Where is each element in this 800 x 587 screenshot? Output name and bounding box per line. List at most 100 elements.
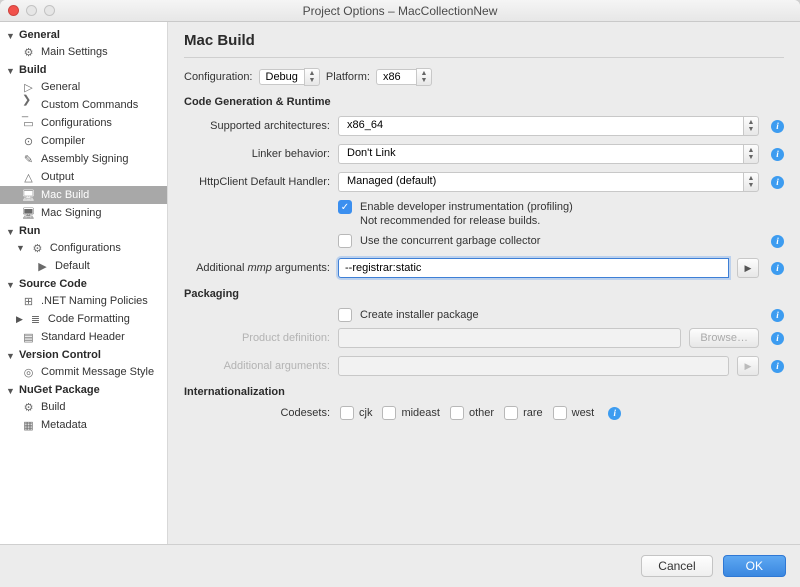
codeset-cjk-checkbox[interactable] [340,406,354,420]
chevron-down-icon: ▼ [6,66,15,75]
chevron-down-icon: ▼ [6,351,15,360]
sidebar-item-mac-signing[interactable]: 🖥Mac Signing [0,204,167,222]
project-options-window: Project Options – MacCollectionNew ▼ Gen… [0,0,800,587]
prompt-icon: ❯_ [22,99,35,112]
configuration-label: Configuration: [184,71,253,83]
sidebar-group-build[interactable]: ▼ Build [0,61,167,78]
sidebar-item-label: Standard Header [41,331,125,343]
info-icon[interactable]: i [771,309,784,322]
info-icon[interactable]: i [771,120,784,133]
gc-label: Use the concurrent garbage collector [360,234,540,248]
chevron-down-icon: ▼ [6,280,15,289]
configuration-select[interactable]: Debug ▲▼ [259,68,320,86]
chevron-down-icon: ▼ [6,31,15,40]
sidebar-group-general[interactable]: ▼ General [0,26,167,43]
platform-label: Platform: [326,71,370,83]
sidebar-group-version-control[interactable]: ▼ Version Control [0,346,167,363]
commit-icon: ◎ [22,366,35,379]
product-definition-label: Product definition: [184,332,330,344]
architectures-select[interactable]: x86_64 ▲▼ [338,116,759,136]
compiler-icon: ⊙ [22,135,35,148]
cancel-button[interactable]: Cancel [641,555,712,577]
sidebar-item-label: Default [55,260,90,272]
sidebar-item-label: Metadata [41,419,87,431]
header-icon: ▤ [22,331,35,344]
sidebar-item-custom-commands[interactable]: ❯_Custom Commands [0,96,167,114]
mmp-arguments-input[interactable] [338,258,729,278]
info-icon[interactable]: i [771,262,784,275]
minimize-window-icon [26,5,37,16]
platform-value: x86 [376,69,416,85]
sidebar-item-naming-policies[interactable]: ⊞.NET Naming Policies [0,292,167,310]
mmp-expand-button[interactable]: ▶ [737,258,759,278]
info-icon[interactable]: i [771,148,784,161]
gear-icon: ⚙ [22,46,35,59]
codeset-mideast-checkbox[interactable] [382,406,396,420]
sidebar-item-mac-build[interactable]: 🖥 Mac Build [0,186,167,204]
sidebar-item-main-settings[interactable]: ⚙ Main Settings [0,43,167,61]
sidebar-item-label: Mac Build [41,189,89,201]
sidebar-item-label: Build [41,401,65,413]
httpclient-select[interactable]: Managed (default) ▲▼ [338,172,759,192]
codeset-label: west [572,407,595,419]
info-icon[interactable]: i [771,360,784,373]
info-icon[interactable]: i [771,332,784,345]
info-icon[interactable]: i [771,235,784,248]
codesets-label: Codesets: [184,407,330,419]
sidebar-item-nuget-metadata[interactable]: ▦ Metadata [0,416,167,434]
sidebar-item-compiler[interactable]: ⊙Compiler [0,132,167,150]
sidebar-item-run-configurations[interactable]: ▼⚙Configurations [0,239,167,257]
traffic-lights [8,5,55,16]
monitor-icon: 🖥 [22,189,35,202]
stepper-icon: ▲▼ [743,144,759,164]
codeset-rare-checkbox[interactable] [504,406,518,420]
profiling-checkbox[interactable]: ✓ [338,200,352,214]
sidebar-item-standard-header[interactable]: ▤ Standard Header [0,328,167,346]
sidebar-item-configurations[interactable]: ▭ Configurations [0,114,167,132]
close-window-icon[interactable] [8,5,19,16]
sidebar-item-assembly-signing[interactable]: ✎Assembly Signing [0,150,167,168]
info-icon[interactable]: i [771,176,784,189]
dialog-footer: Cancel OK [0,544,800,587]
additional-args-input [338,356,729,376]
chevron-right-icon: ▶ [16,314,23,325]
info-icon[interactable]: i [608,407,621,420]
product-definition-input [338,328,681,348]
create-installer-checkbox[interactable] [338,308,352,322]
codeset-label: mideast [401,407,440,419]
stepper-icon: ▲▼ [743,116,759,136]
sidebar-group-nuget[interactable]: ▼ NuGet Package [0,381,167,398]
sidebar-item-run-default[interactable]: ▶ Default [0,257,167,275]
output-icon: △ [22,171,35,184]
sidebar-item-output[interactable]: △ Output [0,168,167,186]
create-installer-label: Create installer package [360,308,479,322]
platform-select[interactable]: x86 ▲▼ [376,68,432,86]
gc-checkbox[interactable] [338,234,352,248]
sidebar-group-run[interactable]: ▼ Run [0,222,167,239]
sidebar-item-nuget-build[interactable]: ⚙Build [0,398,167,416]
play-icon: ▶ [36,260,49,273]
chevron-down-icon: ▼ [6,386,15,395]
signing-icon: ✎ [22,153,35,166]
sidebar-group-source-code[interactable]: ▼ Source Code [0,275,167,292]
sidebar-item-label: Configurations [41,117,112,129]
sidebar-item-label: Output [41,171,74,183]
ok-button[interactable]: OK [723,555,786,577]
sidebar-item-commit-style[interactable]: ◎Commit Message Style [0,363,167,381]
additional-args-label: Additional arguments: [184,360,330,372]
codeset-label: other [469,407,494,419]
page-title: Mac Build [184,32,784,49]
monitor-icon: 🖥 [22,207,35,220]
metadata-icon: ▦ [22,419,35,432]
linker-label: Linker behavior: [184,148,330,160]
linker-select[interactable]: Don't Link ▲▼ [338,144,759,164]
codeset-other-checkbox[interactable] [450,406,464,420]
window-title: Project Options – MacCollectionNew [303,4,498,18]
stepper-icon: ▲▼ [743,172,759,192]
codegen-section-title: Code Generation & Runtime [184,96,784,108]
window-icon: ▭ [22,117,35,130]
codeset-west-checkbox[interactable] [553,406,567,420]
sidebar-item-code-formatting[interactable]: ▶≣Code Formatting [0,310,167,328]
sidebar: ▼ General ⚙ Main Settings ▼ Build ▷Gener… [0,22,168,544]
net-icon: ⊞ [22,295,35,308]
